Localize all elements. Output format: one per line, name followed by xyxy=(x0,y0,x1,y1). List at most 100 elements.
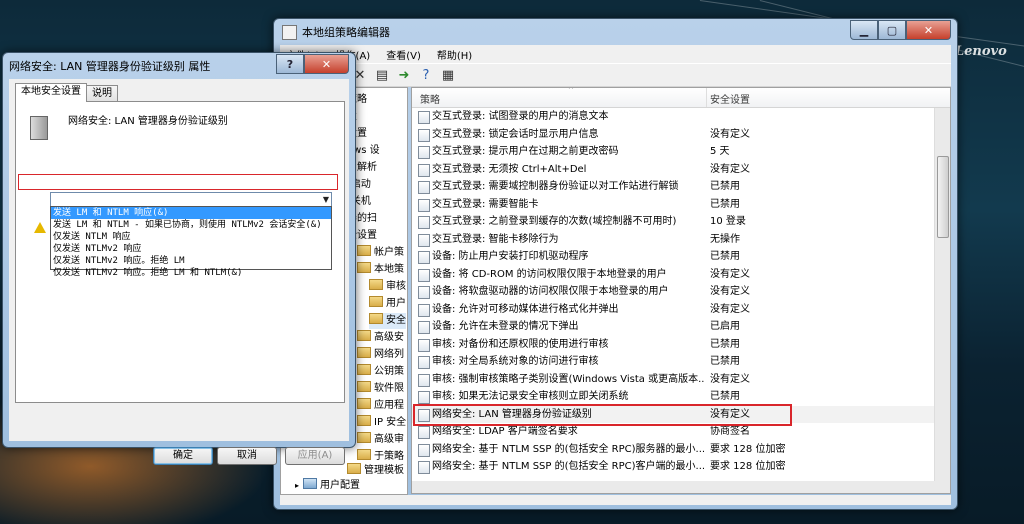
table-row[interactable]: 网络安全: 基于 NTLM SSP 的(包括安全 RPC)服务器的最小... 要求… xyxy=(412,441,934,459)
tree-item[interactable]: 软件限 xyxy=(357,381,404,397)
tree-item[interactable]: ▸ 用户配置 xyxy=(295,478,360,494)
highlight-box xyxy=(413,404,792,426)
table-row[interactable]: 设备: 防止用户安装打印机驱动程序 已禁用 xyxy=(412,248,934,266)
table-row[interactable]: 网络安全: 基于 NTLM SSP 的(包括安全 RPC)客户端的最小... 要求… xyxy=(412,458,934,476)
table-row[interactable]: 交互式登录: 之前登录到缓存的次数(域控制器不可用时) 10 登录 xyxy=(412,213,934,231)
folder-icon xyxy=(369,296,383,307)
table-row[interactable]: 交互式登录: 需要智能卡 已禁用 xyxy=(412,196,934,214)
folder-icon xyxy=(357,415,371,426)
policy-icon xyxy=(418,111,430,124)
tree-item[interactable]: 高级审 xyxy=(357,432,404,448)
policy-icon xyxy=(418,268,430,282)
tab-explain[interactable]: 说明 xyxy=(86,85,118,102)
table-row[interactable]: 审核: 对全局系统对象的访问进行审核 已禁用 xyxy=(412,353,934,371)
table-row[interactable]: 交互式登录: 无须按 Ctrl+Alt+Del 没有定义 xyxy=(412,161,934,179)
cancel-button[interactable]: 取消 xyxy=(217,447,277,465)
table-row[interactable]: 交互式登录: 试图登录的用户的消息文本 xyxy=(412,108,934,126)
dropdown-option[interactable]: 发送 LM 和 NTLM - 如果已协商，则使用 NTLMv2 会话安全(&) xyxy=(51,219,331,231)
policy-icon xyxy=(418,426,430,439)
dialog-titlebar[interactable]: 网络安全: LAN 管理器身份验证级别 属性 ? ✕ xyxy=(3,53,355,79)
tree-item[interactable]: 应用程 xyxy=(357,398,404,414)
folder-icon xyxy=(369,279,383,290)
folder-icon xyxy=(357,398,371,409)
dialog-close-button[interactable]: ✕ xyxy=(304,54,349,74)
tree-item[interactable]: 帐户策 xyxy=(357,245,404,261)
table-row[interactable]: 交互式登录: 智能卡移除行为 无操作 xyxy=(412,231,934,249)
table-row[interactable]: 审核: 对备份和还原权限的使用进行审核 已禁用 xyxy=(412,336,934,354)
table-row[interactable]: 设备: 允许在未登录的情况下弹出 已启用 xyxy=(412,318,934,336)
help-icon[interactable]: ? xyxy=(418,67,434,83)
option-highlight-box xyxy=(18,174,338,190)
dropdown-option[interactable]: 仅发送 NTLMv2 响应。拒绝 LM 和 NTLM(&) xyxy=(51,267,331,279)
warning-icon xyxy=(34,222,46,233)
apply-button[interactable]: 应用(A) xyxy=(285,447,345,465)
policy-icon xyxy=(418,391,430,404)
dropdown-option[interactable]: 仅发送 NTLMv2 响应 xyxy=(51,243,331,255)
folder-icon xyxy=(357,364,371,375)
show-hide-icon[interactable]: ▦ xyxy=(440,67,456,83)
policy-icon xyxy=(418,286,430,299)
minimize-button[interactable]: ▁ xyxy=(850,20,878,40)
scroll-thumb[interactable] xyxy=(937,156,949,238)
table-row[interactable]: 审核: 如果无法记录安全审核则立即关闭系统 已禁用 xyxy=(412,388,934,406)
status-bar xyxy=(280,495,951,505)
folder-icon xyxy=(369,313,383,324)
policy-icon xyxy=(418,356,430,369)
chevron-down-icon[interactable]: ▼ xyxy=(323,195,329,204)
menu-help[interactable]: 帮助(H) xyxy=(437,47,472,62)
dialog-body: 本地安全设置 说明 网络安全: LAN 管理器身份验证级别 ▼ 发送 LM 和 … xyxy=(9,79,349,465)
menu-view[interactable]: 查看(V) xyxy=(386,47,421,62)
tree-item[interactable]: 公钥策 xyxy=(357,364,404,380)
tree-item[interactable]: IP 安全 xyxy=(357,415,406,431)
list-header: 策略 ^ 安全设置 xyxy=(412,88,950,108)
table-row[interactable]: 交互式登录: 需要域控制器身份验证以对工作站进行解锁 已禁用 xyxy=(412,178,934,196)
tree-item[interactable]: 管理模板 xyxy=(347,463,404,479)
folder-icon xyxy=(357,381,371,392)
export-list-icon[interactable]: ➜ xyxy=(396,67,412,83)
sort-arrow-icon: ^ xyxy=(568,87,574,94)
toolbar: ◀ ▶ ▣ ✕ ▤ ➜ ? ▦ xyxy=(280,63,951,87)
folder-icon xyxy=(347,463,361,474)
column-header-policy[interactable]: 策略 xyxy=(420,91,440,106)
folder-icon xyxy=(357,330,371,341)
table-row[interactable]: 交互式登录: 提示用户在过期之前更改密码 5 天 xyxy=(412,143,934,161)
policy-icon xyxy=(418,373,430,387)
ok-button[interactable]: 确定 xyxy=(153,447,213,465)
table-row[interactable]: 设备: 允许对可移动媒体进行格式化并弹出 没有定义 xyxy=(412,301,934,319)
dropdown-option[interactable]: 发送 LM 和 NTLM 响应(&) xyxy=(51,207,331,219)
policy-icon xyxy=(418,303,430,317)
editor-titlebar[interactable]: 本地组策略编辑器 ▁ ▢ ✕ xyxy=(274,19,957,45)
table-row[interactable]: 设备: 将 CD-ROM 的访问权限仅限于本地登录的用户 没有定义 xyxy=(412,266,934,284)
tree-item[interactable]: 本地策 xyxy=(357,262,404,278)
tab-local-security-setting[interactable]: 本地安全设置 xyxy=(15,83,87,102)
tree-item[interactable]: 用户 xyxy=(369,296,406,312)
menu-bar: 文件(F) 操作(A) 查看(V) 帮助(H) xyxy=(280,45,951,63)
column-header-setting[interactable]: 安全设置 xyxy=(710,91,750,106)
horizontal-scrollbar[interactable] xyxy=(411,481,951,494)
properties-icon[interactable]: ▤ xyxy=(374,67,390,83)
policy-icon xyxy=(418,216,430,229)
table-row[interactable]: 审核: 强制审核策略子类别设置(Windows Vista 或更高版本... 没有… xyxy=(412,371,934,389)
table-row[interactable]: 交互式登录: 锁定会话时显示用户信息 没有定义 xyxy=(412,126,934,144)
app-icon xyxy=(282,25,297,40)
dropdown-option[interactable]: 仅发送 NTLM 响应 xyxy=(51,231,331,243)
group-policy-editor-window: 本地组策略编辑器 ▁ ▢ ✕ 文件(F) 操作(A) 查看(V) 帮助(H) ◀… xyxy=(273,18,958,510)
editor-title: 本地组策略编辑器 xyxy=(302,26,390,39)
help-button[interactable]: ? xyxy=(276,54,304,74)
dropdown-option[interactable]: 仅发送 NTLMv2 响应。拒绝 LM xyxy=(51,255,331,267)
policy-icon xyxy=(418,181,430,194)
background-brand: Lenovo xyxy=(955,44,1007,59)
tree-item-selected[interactable]: 安全 xyxy=(369,313,406,329)
expand-arrow-icon[interactable]: ▸ xyxy=(295,481,299,490)
maximize-button[interactable]: ▢ xyxy=(878,20,906,40)
policy-icon xyxy=(418,321,430,334)
close-button[interactable]: ✕ xyxy=(906,20,951,40)
policy-icon xyxy=(418,338,430,352)
policy-icon xyxy=(418,146,430,159)
tree-item[interactable]: 高级安 xyxy=(357,330,404,346)
computer-icon xyxy=(30,116,48,140)
tree-item[interactable]: 网络列 xyxy=(357,347,404,363)
vertical-scrollbar[interactable] xyxy=(934,108,950,482)
table-row[interactable]: 设备: 将软盘驱动器的访问权限仅限于本地登录的用户 没有定义 xyxy=(412,283,934,301)
tree-item[interactable]: 审核 xyxy=(369,279,406,295)
